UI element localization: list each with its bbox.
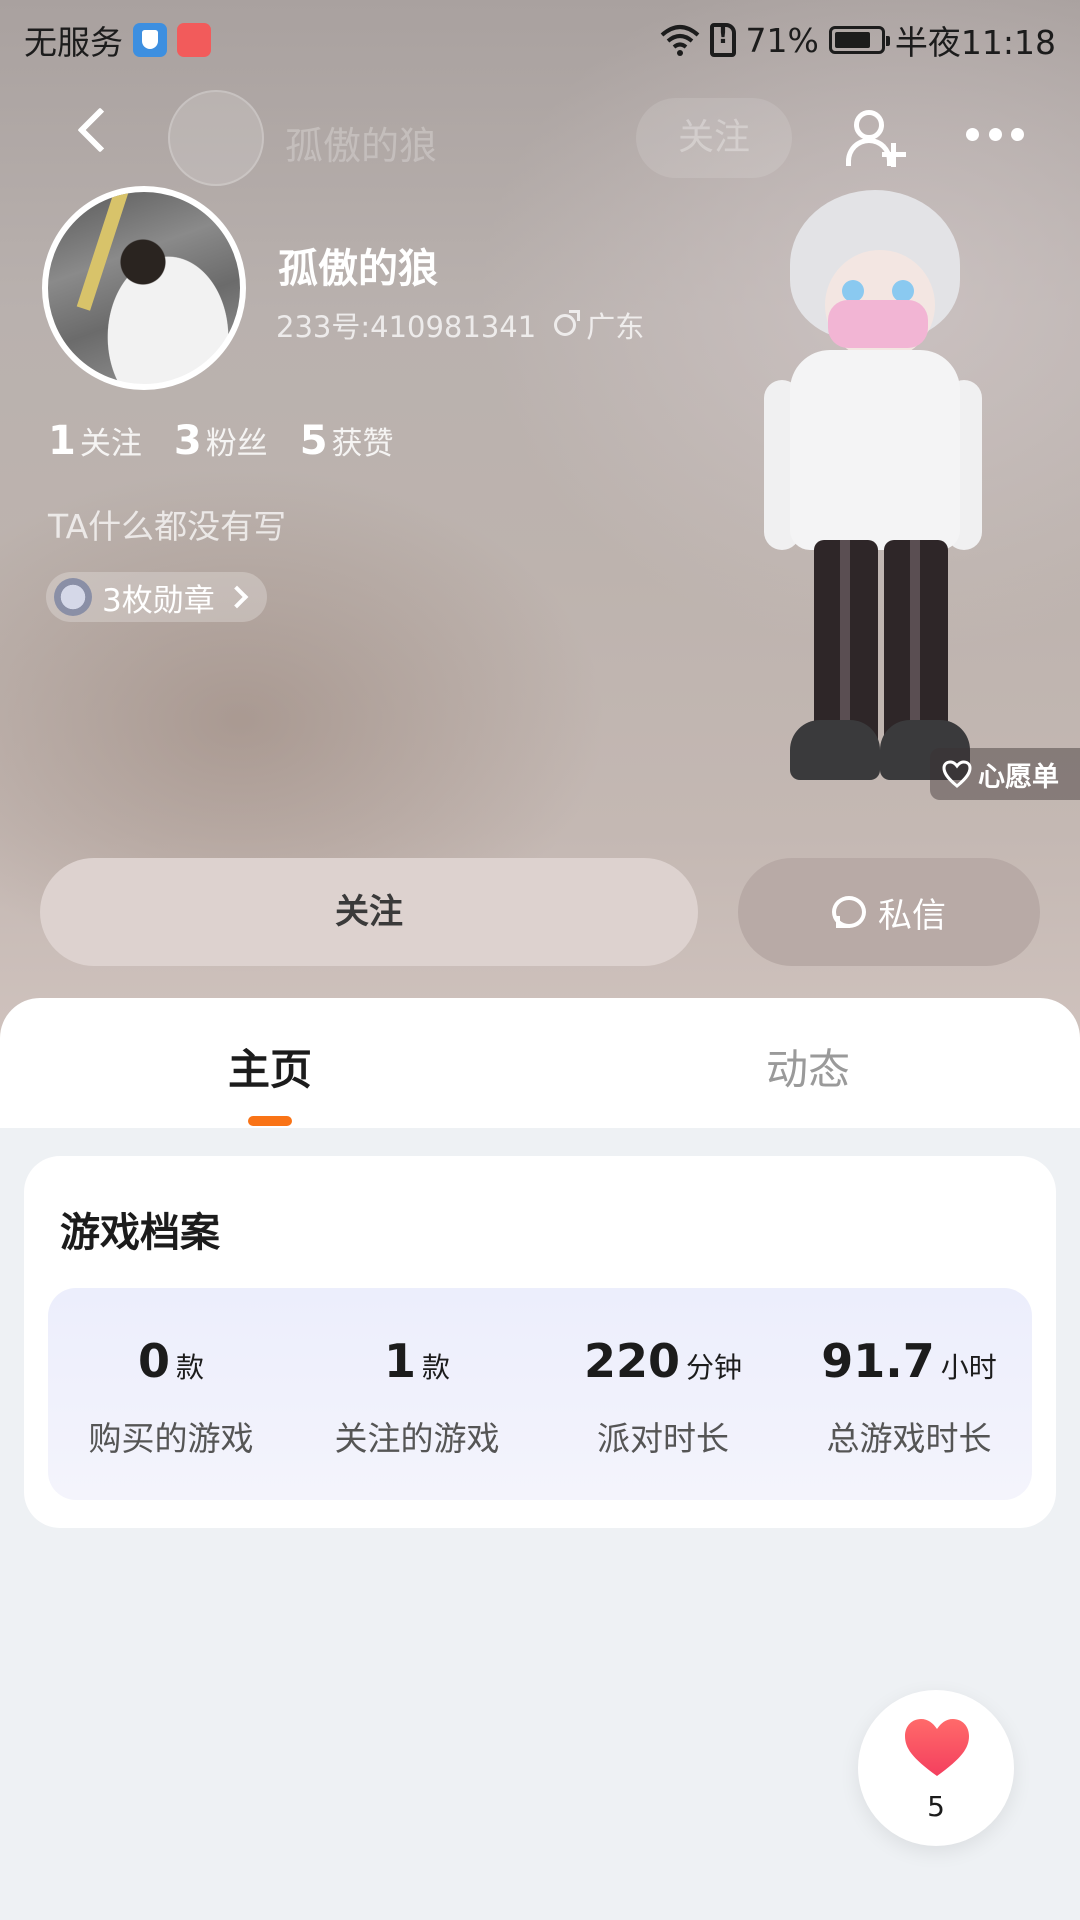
clock: 半夜11:18 — [894, 23, 1056, 62]
wishlist-label: 心愿单 — [978, 761, 1059, 793]
wifi-icon — [660, 23, 700, 57]
wishlist-button[interactable]: 心愿单 — [930, 748, 1080, 800]
more-icon[interactable] — [966, 128, 1024, 142]
avatar[interactable] — [42, 186, 246, 390]
stat-label: 总游戏时长 — [826, 1419, 992, 1458]
stat-number: 3 — [173, 418, 202, 464]
stat-label: 派对时长 — [597, 1419, 729, 1458]
profile-stats: 1 关注 3 粉丝 5 获赞 — [48, 418, 394, 464]
collapsed-avatar — [168, 90, 264, 186]
medals-label: 3枚勋章 — [102, 582, 215, 619]
user-location: 广东 — [586, 310, 645, 344]
stat-likes[interactable]: 5 获赞 — [300, 418, 394, 464]
battery-icon — [828, 26, 890, 54]
stat-following[interactable]: 1 关注 — [48, 418, 142, 464]
chevron-right-icon — [225, 585, 249, 609]
shield-icon — [133, 23, 167, 57]
stat-label: 粉丝 — [205, 426, 268, 462]
stat-followed-games[interactable]: 1款 关注的游戏 — [294, 1288, 540, 1500]
follow-button[interactable]: 关注 — [40, 858, 698, 966]
stat-label: 关注的游戏 — [334, 1419, 500, 1458]
stat-unit: 款 — [176, 1351, 205, 1384]
collapsed-follow-button: 关注 — [636, 98, 792, 178]
heart-icon — [905, 1719, 969, 1776]
stat-value: 220 — [583, 1334, 680, 1388]
message-button[interactable]: 私信 — [738, 858, 1040, 966]
stat-number: 5 — [299, 418, 328, 464]
stat-total-playtime[interactable]: 91.7 小时 总游戏时长 — [786, 1288, 1032, 1500]
stat-value: 91.7 — [821, 1334, 935, 1388]
stat-unit: 小时 — [940, 1351, 997, 1384]
avatar-character-image — [764, 180, 990, 800]
like-button[interactable]: 5 — [858, 1690, 1014, 1846]
battery-percent: 71% — [745, 20, 819, 60]
game-stats: 0款 购买的游戏 1款 关注的游戏 220 分钟 派对时长 91.7 小时 总游戏时… — [48, 1288, 1032, 1500]
profile-tabs: 主页 动态 — [0, 998, 1080, 1128]
username: 孤傲的狼 — [278, 246, 438, 292]
status-bar: 无服务 71% 半夜11:18 — [0, 0, 1080, 76]
collapsed-username: 孤傲的狼 — [285, 124, 438, 168]
tab-home[interactable]: 主页 — [228, 1036, 312, 1097]
male-gender-icon — [554, 310, 581, 336]
game-profile-card: 游戏档案 0款 购买的游戏 1款 关注的游戏 220 分钟 派对时长 91.7 小时… — [24, 1156, 1056, 1528]
stat-label: 获赞 — [331, 426, 394, 462]
message-label: 私信 — [878, 895, 946, 936]
stat-unit: 款 — [422, 1351, 451, 1384]
sim-alert-icon — [709, 21, 736, 57]
stat-unit: 分钟 — [686, 1351, 743, 1384]
active-tab-indicator — [248, 1116, 292, 1126]
stat-purchased-games[interactable]: 0款 购买的游戏 — [48, 1288, 294, 1500]
medal-icon — [54, 578, 92, 616]
user-id: 233号:410981341 — [276, 310, 537, 344]
add-friend-icon[interactable] — [846, 108, 910, 172]
stat-number: 1 — [48, 418, 76, 464]
stat-label: 购买的游戏 — [88, 1419, 254, 1458]
stat-label: 关注 — [79, 426, 142, 462]
stat-value: 0 — [137, 1334, 170, 1388]
tab-feed[interactable]: 动态 — [766, 1036, 850, 1097]
back-icon[interactable] — [72, 108, 116, 152]
app-badge-icon — [177, 23, 211, 57]
bio-text: TA什么都没有写 — [48, 507, 287, 546]
stat-party-duration[interactable]: 220 分钟 派对时长 — [540, 1288, 786, 1500]
user-meta: 233号:410981341 广东 — [276, 304, 644, 346]
chat-bubble-icon — [832, 896, 866, 928]
game-profile-title: 游戏档案 — [60, 1210, 220, 1256]
stat-value: 1 — [383, 1334, 416, 1388]
heart-outline-icon — [942, 760, 972, 788]
medals-button[interactable]: 3枚勋章 — [46, 572, 267, 622]
carrier-text: 无服务 — [24, 23, 123, 62]
stat-followers[interactable]: 3 粉丝 — [174, 418, 268, 464]
like-count: 5 — [927, 1790, 945, 1823]
